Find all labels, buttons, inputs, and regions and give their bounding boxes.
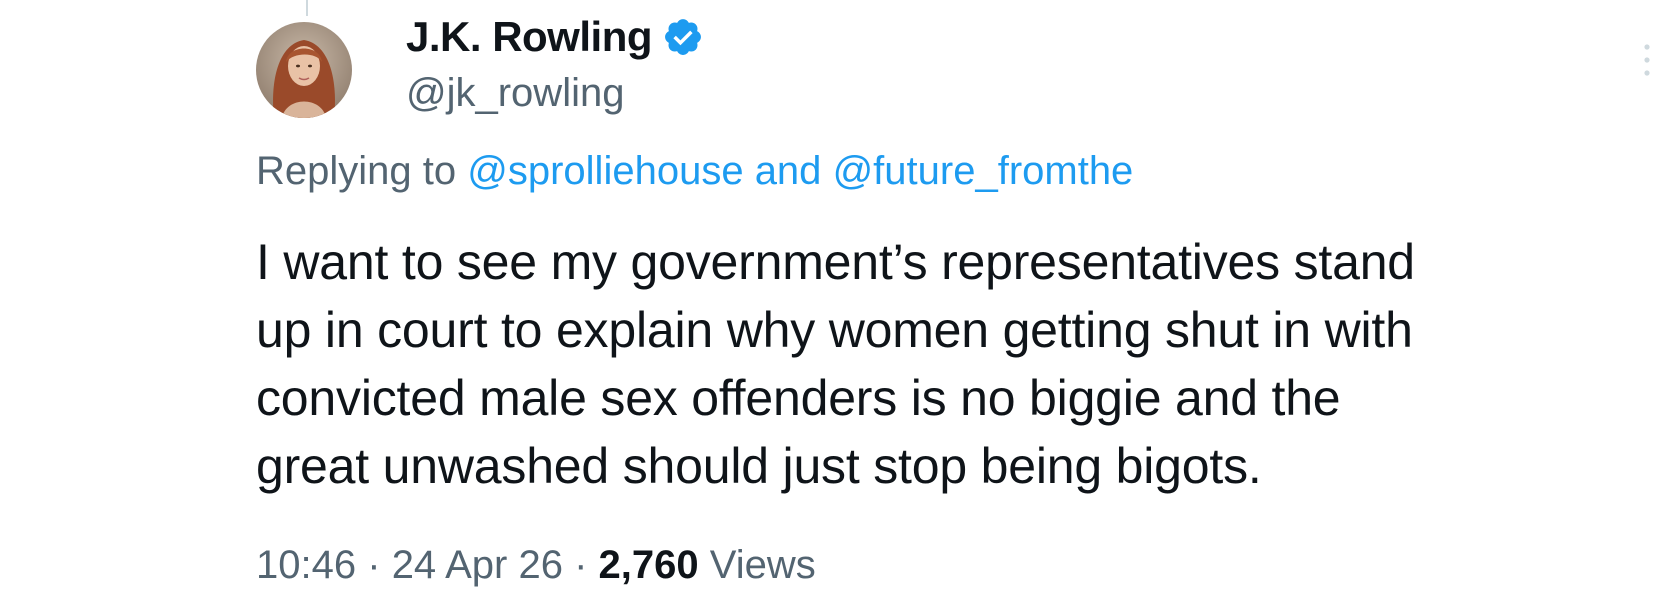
replying-to-joiner[interactable]: and	[755, 149, 822, 193]
more-options-icon[interactable]	[1642, 42, 1652, 78]
tweet-text-line: great unwashed should just stop being bi…	[256, 438, 1262, 494]
author-display-name[interactable]: J.K. Rowling	[406, 12, 653, 62]
mention-link[interactable]: @sprolliehouse	[467, 149, 743, 193]
replying-to-label: Replying to	[256, 149, 457, 193]
tweet-text-line: I want to see my government’s representa…	[256, 234, 1415, 290]
thread-connector-line	[306, 0, 308, 16]
tweet-text-line: up in court to explain why women getting…	[256, 302, 1413, 358]
mention-link[interactable]: @future_fromthe	[833, 149, 1134, 193]
tweet-date[interactable]: 24 Apr 26	[392, 543, 563, 587]
tweet-text-line: convicted male sex offenders is no biggi…	[256, 370, 1341, 426]
meta-separator: ·	[574, 543, 588, 587]
author-handle[interactable]: @jk_rowling	[406, 68, 624, 118]
avatar[interactable]	[256, 22, 352, 118]
meta-separator: ·	[367, 543, 381, 587]
tweet-meta: 10:46 · 24 Apr 26 · 2,760 Views	[256, 540, 816, 590]
replying-to-line: Replying to @sprolliehouse and @future_f…	[256, 146, 1133, 196]
verified-badge-icon	[662, 16, 704, 58]
author-name-row: J.K. Rowling	[406, 12, 704, 62]
avatar-image	[256, 22, 352, 118]
views-label[interactable]: Views	[710, 543, 816, 587]
views-count[interactable]: 2,760	[599, 543, 699, 587]
tweet-time[interactable]: 10:46	[256, 543, 356, 587]
tweet-text: I want to see my government’s representa…	[256, 228, 1636, 500]
